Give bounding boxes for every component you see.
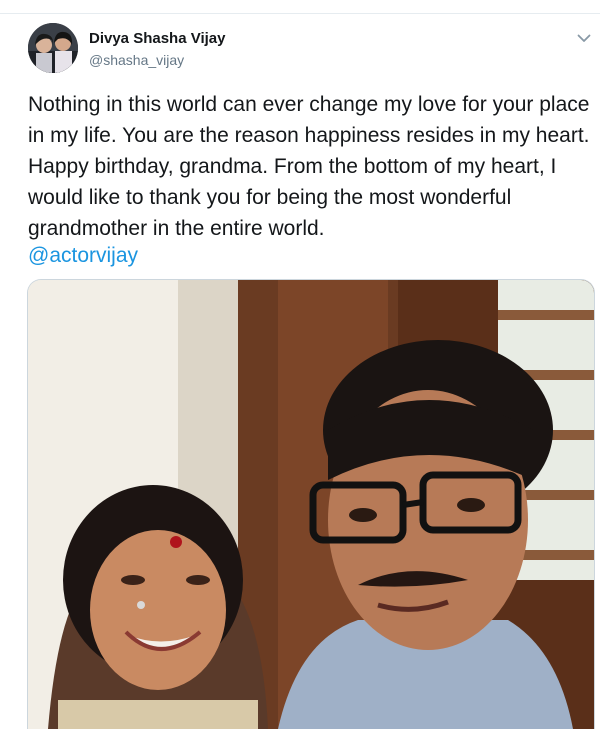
mention-link[interactable]: @actorvijay [28, 240, 138, 271]
avatar[interactable] [28, 23, 78, 73]
chevron-down-icon[interactable] [573, 27, 595, 49]
author-handle[interactable]: @shasha_vijay [89, 52, 184, 68]
author-display-name[interactable]: Divya Shasha Vijay [89, 30, 225, 47]
tweet-photo[interactable] [27, 279, 595, 729]
tweet-text: Nothing in this world can ever change my… [28, 93, 590, 240]
tweet-card: Divya Shasha Vijay @shasha_vijay Nothing… [0, 0, 600, 729]
